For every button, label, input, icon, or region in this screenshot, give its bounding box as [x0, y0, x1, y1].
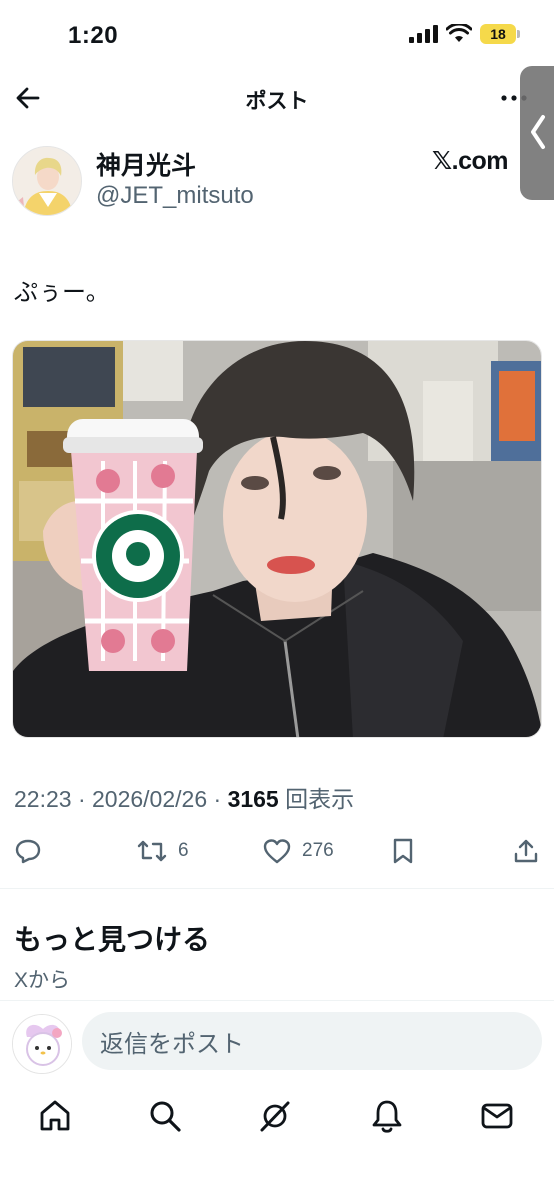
reply-input[interactable]: 返信をポスト [82, 1012, 542, 1070]
share-button[interactable] [512, 834, 540, 868]
wifi-icon [446, 24, 472, 42]
like-button[interactable]: 276 [262, 834, 334, 868]
user-avatar[interactable] [12, 1014, 72, 1074]
status-indicators: 18 [408, 24, 520, 44]
signal-icon [409, 25, 438, 43]
share-icon [514, 839, 538, 863]
avatar-image [13, 147, 81, 215]
reply-placeholder: 返信をポスト [100, 1030, 244, 1058]
discover-subtitle: Xから [14, 969, 71, 992]
bookmark-button[interactable] [390, 834, 416, 868]
page-title: ポスト [245, 90, 309, 113]
view-count-label: 回表示 [278, 786, 355, 812]
divider [0, 1000, 554, 1001]
author-handle[interactable]: @JET_mitsuto [96, 182, 254, 210]
like-count: 276 [302, 840, 334, 861]
chevron-left-icon [531, 115, 545, 149]
repost-button[interactable]: 6 [136, 834, 189, 868]
tweet-photo[interactable] [12, 340, 542, 738]
home-icon[interactable] [36, 1097, 74, 1135]
bell-icon[interactable] [368, 1097, 406, 1135]
comment-icon [15, 839, 41, 864]
side-panel-handle[interactable] [520, 66, 554, 200]
bookmark-icon [393, 838, 413, 864]
top-header: ポスト [0, 72, 554, 124]
mail-icon[interactable] [478, 1097, 516, 1135]
avatar-image [13, 1015, 71, 1073]
status-bar: 1:20 18 [0, 0, 554, 72]
tweet-text: ぷぅー。 [14, 279, 110, 306]
photo-image [13, 341, 541, 737]
tweet-meta: 22:23 · 2026/02/26 · 3165 回表示 [14, 780, 354, 814]
discover-title: もっと見つける [14, 924, 211, 955]
grok-icon[interactable] [256, 1097, 294, 1135]
divider [0, 888, 554, 889]
repost-count: 6 [178, 840, 189, 861]
status-time: 1:20 [68, 22, 119, 49]
search-icon[interactable] [146, 1097, 184, 1135]
heart-icon [263, 839, 291, 864]
repost-icon [137, 840, 167, 862]
battery-indicator: 18 [480, 24, 520, 44]
source-label: 𝕏.com [432, 147, 509, 175]
author-avatar[interactable] [12, 146, 82, 216]
tweet-timestamp: 22:23 · 2026/02/26 · [14, 786, 228, 812]
reply-button[interactable] [14, 834, 42, 868]
view-count: 3165 [227, 786, 279, 812]
author-display-name[interactable]: 神月光斗 [96, 146, 196, 182]
battery-level: 18 [490, 26, 506, 42]
